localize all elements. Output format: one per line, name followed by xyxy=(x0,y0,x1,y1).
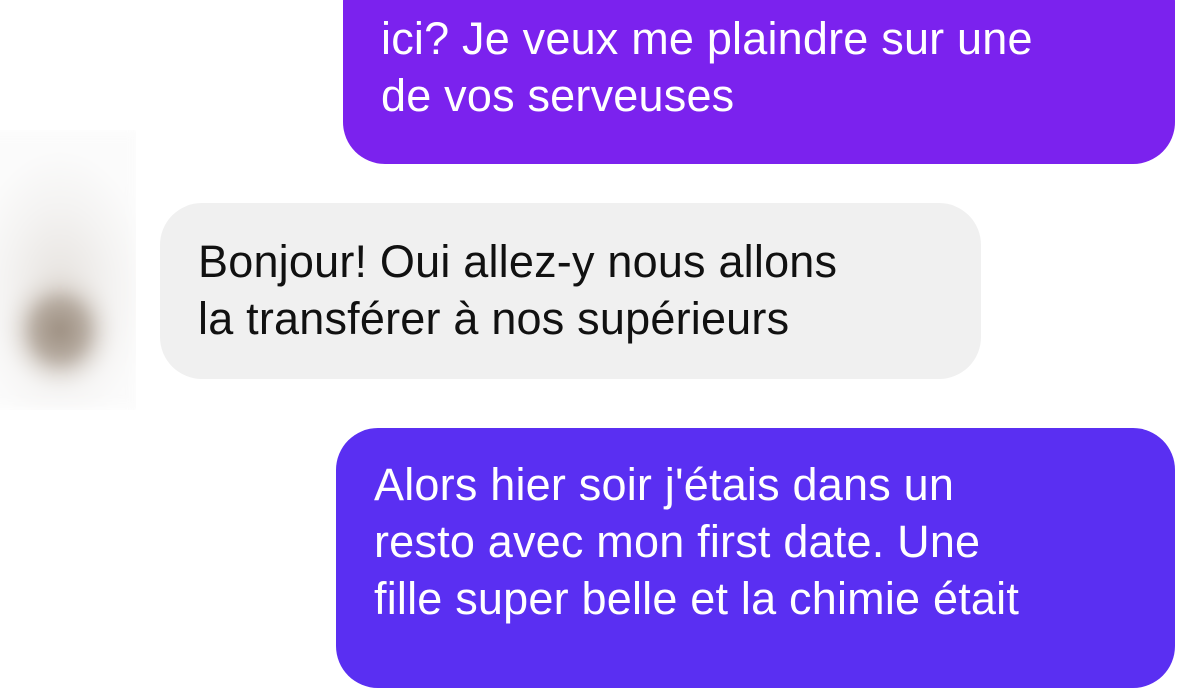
contact-avatar xyxy=(0,130,136,410)
message-text-line: Bonjour! Oui allez-y nous allons xyxy=(198,236,838,287)
message-text-line: de vos serveuses xyxy=(381,70,735,121)
message-text-line: fille super belle et la chimie était xyxy=(374,573,1020,624)
sent-message-bubble[interactable]: Alors hier soir j'étais dans un resto av… xyxy=(336,428,1175,688)
message-text-line: resto avec mon first date. Une xyxy=(374,516,981,567)
sent-message-bubble[interactable]: ici? Je veux me plaindre sur une de vos … xyxy=(343,0,1175,164)
message-text-line: ici? Je veux me plaindre sur une xyxy=(381,13,1033,64)
message-text-line: Alors hier soir j'étais dans un xyxy=(374,459,955,510)
message-text-line: la transférer à nos supérieurs xyxy=(198,293,790,344)
received-message-bubble[interactable]: Bonjour! Oui allez-y nous allons la tran… xyxy=(160,203,981,379)
avatar-blurred-image xyxy=(0,130,136,410)
message-thread: ici? Je veux me plaindre sur une de vos … xyxy=(0,0,1200,688)
